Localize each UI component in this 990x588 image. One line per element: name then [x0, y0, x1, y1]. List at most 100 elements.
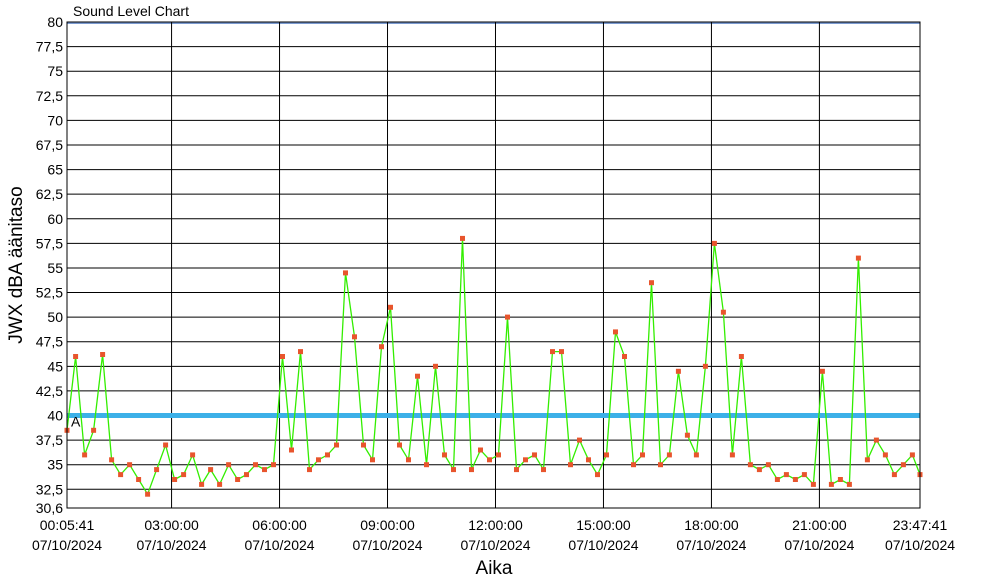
data-point-marker — [478, 447, 483, 453]
chart-title: Sound Level Chart — [73, 3, 189, 19]
data-point-marker — [379, 344, 384, 350]
data-point-marker — [163, 442, 169, 448]
x-tick-time: 23:47:41 — [893, 517, 948, 533]
y-tick-label: 57,5 — [36, 235, 63, 251]
data-point-marker — [406, 457, 411, 463]
y-tick-label: 47,5 — [36, 334, 63, 350]
data-point-marker — [702, 363, 708, 369]
data-point-marker — [154, 467, 160, 473]
data-point-marker — [541, 467, 546, 473]
x-tick-date: 07/10/2024 — [568, 537, 638, 553]
data-point-marker — [532, 452, 537, 458]
y-tick-label: 72,5 — [36, 88, 63, 104]
data-point-marker — [118, 472, 124, 478]
data-point-marker — [370, 457, 375, 463]
x-tick-date: 07/10/2024 — [784, 537, 854, 553]
data-point-marker — [666, 452, 672, 458]
data-point-marker — [460, 235, 465, 241]
data-point-marker — [226, 462, 232, 468]
data-point-marker — [127, 462, 133, 468]
data-point-marker — [891, 472, 897, 478]
y-tick-label: 60 — [47, 211, 63, 227]
y-tick-label: 67,5 — [36, 137, 63, 153]
x-tick-time: 12:00:00 — [468, 517, 523, 533]
data-point-marker — [487, 457, 492, 463]
data-point-marker — [253, 462, 258, 468]
y-tick-label: 37,5 — [36, 432, 63, 448]
reference-line-label: A — [71, 414, 81, 430]
sound-level-chart: Sound Level Chart A 80 77,5 75 72,5 70 67,5 65… — [0, 0, 990, 588]
data-point-marker — [711, 240, 717, 246]
data-point-marker — [864, 457, 870, 463]
data-point-marker — [91, 427, 97, 433]
data-point-marker — [433, 363, 438, 369]
y-tick-label: 30,6 — [36, 500, 63, 516]
x-tick-time: 21:00:00 — [792, 517, 847, 533]
data-point-marker — [262, 467, 267, 473]
data-point-marker — [325, 452, 330, 458]
data-point-marker — [451, 467, 456, 473]
data-point-marker — [334, 442, 339, 448]
data-point-marker — [828, 481, 834, 487]
data-point-marker — [352, 334, 357, 340]
data-point-marker — [837, 477, 843, 482]
y-tick-label: 52,5 — [36, 285, 63, 301]
y-tick-label: 42,5 — [36, 383, 63, 399]
data-point-marker — [729, 452, 735, 458]
data-point-marker — [190, 452, 196, 458]
y-tick-label: 50 — [47, 309, 63, 325]
data-point-marker — [550, 349, 555, 355]
data-point-marker — [720, 309, 726, 315]
data-point-marker — [217, 481, 223, 487]
data-point-marker — [109, 457, 115, 463]
data-point-marker — [73, 354, 79, 359]
y-tick-label: 55 — [47, 260, 63, 276]
data-point-marker — [316, 457, 321, 463]
data-point-marker — [280, 354, 285, 359]
data-point-marker — [774, 477, 780, 482]
data-point-marker — [595, 472, 600, 478]
x-tick-labels: 00:05:41 07/10/2024 03:00:00 07/10/2024 06:0… — [32, 517, 955, 553]
data-point-marker — [855, 255, 861, 261]
x-tick-time: 00:05:41 — [40, 517, 95, 533]
x-tick-time: 09:00:00 — [360, 517, 415, 533]
x-tick-time: 06:00:00 — [252, 517, 307, 533]
data-point-marker — [675, 368, 681, 374]
data-point-marker — [622, 354, 627, 359]
data-point-marker — [846, 481, 852, 487]
x-tick-date: 07/10/2024 — [245, 537, 315, 553]
data-point-marker — [307, 467, 312, 473]
data-point-marker — [649, 280, 654, 286]
data-point-marker — [765, 462, 771, 468]
data-point-marker — [882, 452, 888, 458]
data-point-marker — [810, 481, 816, 487]
data-point-marker — [586, 457, 591, 463]
data-point-marker — [415, 373, 420, 379]
data-point-marker — [514, 467, 519, 473]
data-point-marker — [199, 481, 205, 487]
data-point-marker — [523, 457, 528, 463]
data-point-marker — [469, 467, 474, 473]
x-tick-time: 15:00:00 — [576, 517, 631, 533]
data-point-marker — [172, 477, 178, 482]
data-point-marker — [801, 472, 807, 478]
data-point-marker — [873, 437, 879, 443]
y-tick-label: 35 — [47, 457, 63, 473]
chart-svg: Sound Level Chart A 80 77,5 75 72,5 70 67,5 65… — [6, 3, 955, 579]
data-point-marker — [900, 462, 906, 468]
data-point-marker — [783, 472, 789, 478]
x-axis-title: Aika — [476, 558, 513, 579]
data-point-marker — [496, 452, 501, 458]
data-point-marker — [577, 437, 582, 443]
data-point-marker — [442, 452, 447, 458]
data-point-marker — [298, 349, 303, 355]
y-tick-label: 75 — [47, 63, 63, 79]
y-tick-label: 80 — [47, 14, 63, 30]
data-point-marker — [658, 462, 663, 468]
data-point-marker — [738, 354, 744, 359]
x-tick-time: 03:00:00 — [144, 517, 199, 533]
x-tick-time: 18:00:00 — [684, 517, 739, 533]
data-point-marker — [235, 477, 241, 482]
data-point-marker — [631, 462, 636, 468]
data-point-marker — [613, 329, 618, 335]
